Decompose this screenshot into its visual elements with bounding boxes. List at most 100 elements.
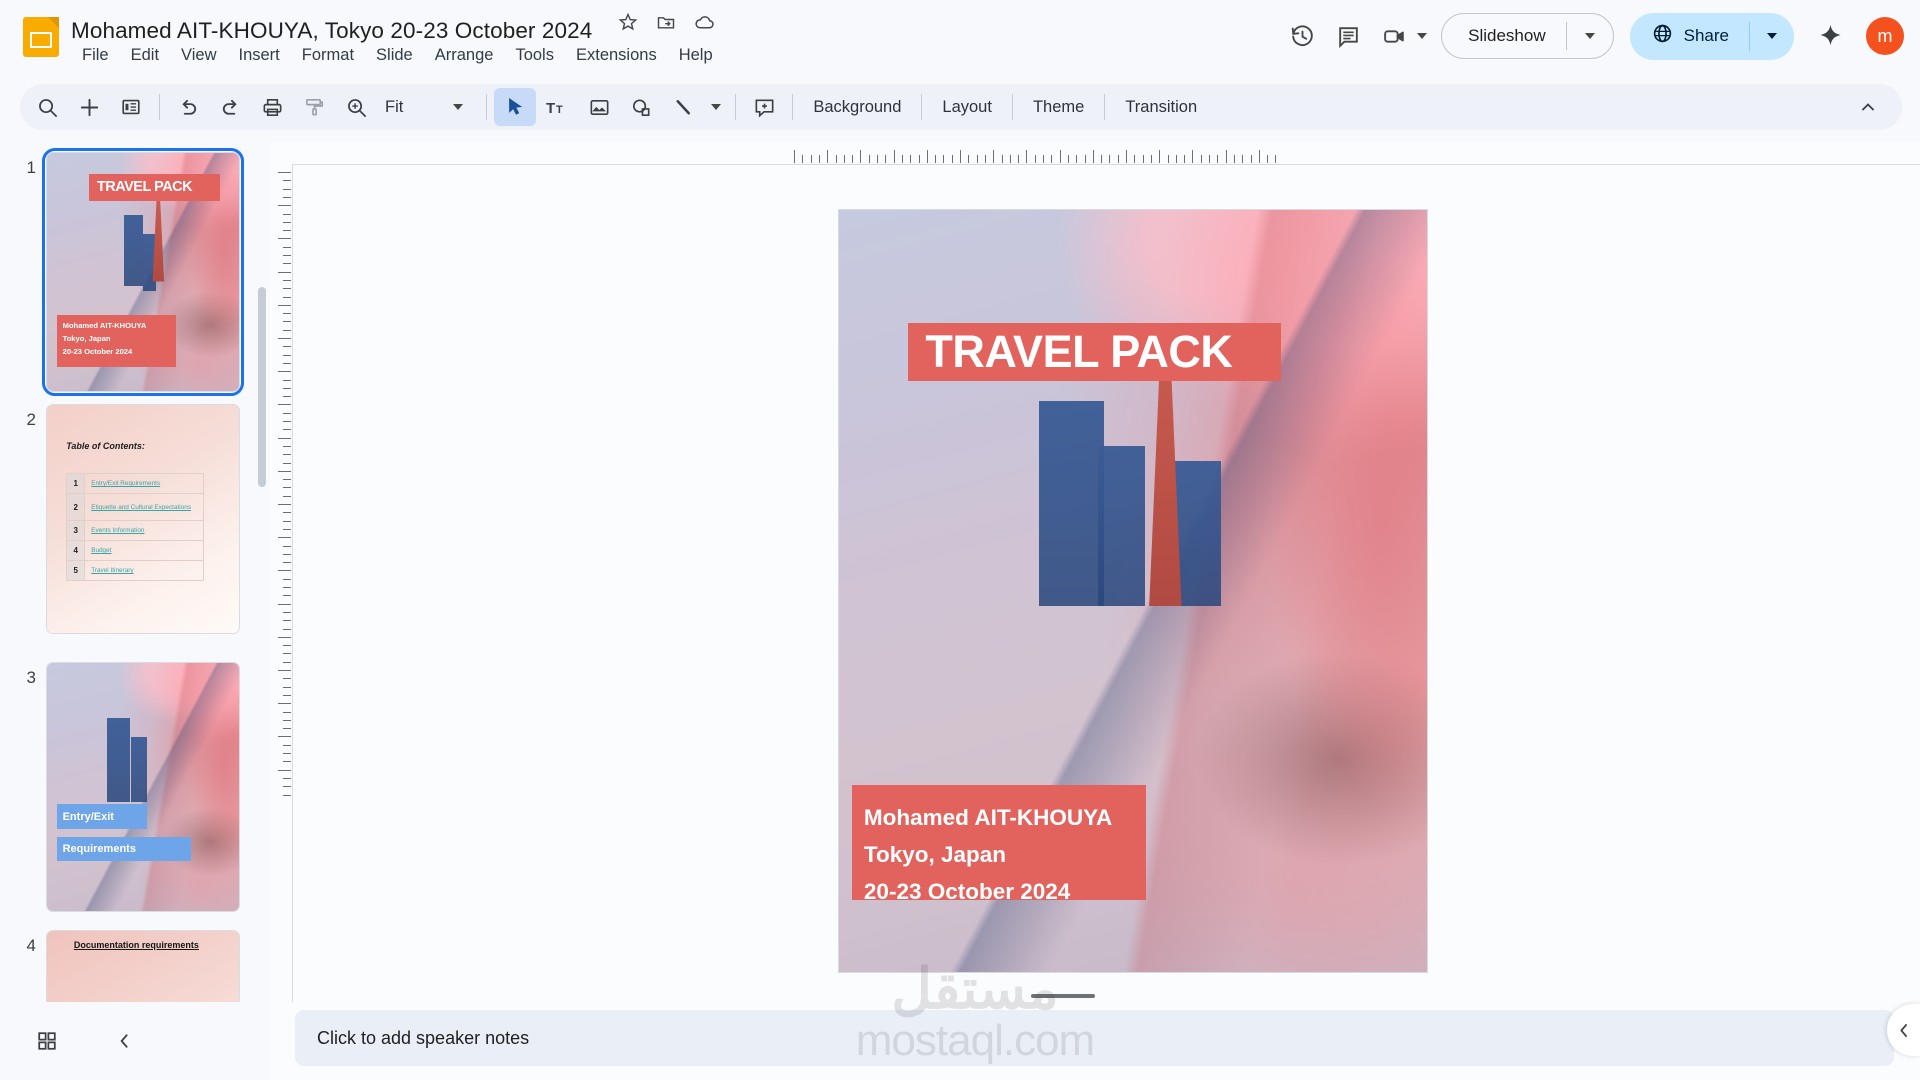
slide-title[interactable]: TRAVEL PACK bbox=[907, 322, 1282, 381]
slideshow-dropdown[interactable] bbox=[1567, 14, 1613, 58]
select-cursor-icon[interactable] bbox=[494, 88, 537, 126]
share-dropdown[interactable] bbox=[1750, 13, 1794, 60]
ruler-tick bbox=[283, 429, 291, 431]
menu-item-view[interactable]: View bbox=[170, 44, 227, 67]
menu-item-edit[interactable]: Edit bbox=[120, 44, 170, 67]
top-right-actions: Slideshow Share m bbox=[1279, 8, 1904, 64]
insert-line-icon[interactable] bbox=[662, 88, 704, 126]
toc-row-label[interactable]: Entry/Exit Requirements bbox=[85, 474, 205, 494]
insert-shape-icon[interactable] bbox=[620, 88, 662, 126]
ruler-tick bbox=[283, 246, 291, 248]
filmstrip-slide-3[interactable]: 3 Entry/Exit Requirements bbox=[0, 662, 250, 912]
toc-row-label[interactable]: Etiquette and Cultural Expectations bbox=[85, 494, 205, 521]
zoom-icon[interactable] bbox=[335, 88, 377, 126]
menu-item-format[interactable]: Format bbox=[291, 44, 365, 67]
thumb-section-line: Requirements bbox=[56, 836, 191, 862]
version-history-icon[interactable] bbox=[1279, 13, 1325, 59]
star-icon[interactable] bbox=[615, 9, 641, 35]
toolbar-divider bbox=[735, 94, 737, 120]
background-button[interactable]: Background bbox=[800, 90, 914, 125]
redo-icon[interactable] bbox=[209, 88, 251, 126]
comment-icon[interactable] bbox=[1325, 13, 1371, 59]
menu-item-file[interactable]: File bbox=[71, 44, 120, 67]
ruler-tick bbox=[1250, 155, 1252, 163]
slide-thumbnail[interactable]: Table of Contents: 1 Entry/Exit Requirem… bbox=[46, 404, 240, 634]
filmstrip-slide-2[interactable]: 2 Table of Contents: 1 Entry/Exit Requir… bbox=[0, 404, 250, 634]
ruler-tick bbox=[860, 150, 862, 163]
layout-icon[interactable] bbox=[110, 88, 152, 126]
ruler-tick bbox=[1275, 155, 1277, 163]
insert-comment-icon[interactable] bbox=[743, 88, 785, 126]
ruler-tick bbox=[278, 769, 291, 771]
move-to-folder-icon[interactable] bbox=[653, 9, 679, 35]
horizontal-ruler[interactable] bbox=[270, 142, 1920, 164]
toc-title: Table of Contents: bbox=[66, 441, 145, 452]
ruler-tick bbox=[283, 794, 291, 796]
avatar[interactable]: m bbox=[1866, 17, 1904, 55]
paint-format-icon[interactable] bbox=[293, 88, 335, 126]
filmstrip-slide-4[interactable]: 4 Documentation requirements bbox=[0, 930, 250, 1002]
chevron-down-icon bbox=[1767, 33, 1777, 39]
notes-resize-handle[interactable] bbox=[1031, 994, 1095, 998]
collapse-toolbar-button[interactable] bbox=[1848, 88, 1888, 126]
search-icon[interactable] bbox=[26, 88, 68, 126]
print-icon[interactable] bbox=[251, 88, 293, 126]
menu-item-extensions[interactable]: Extensions bbox=[565, 44, 668, 67]
share-button[interactable]: Share bbox=[1629, 12, 1794, 60]
filmstrip-scrollbar-track[interactable] bbox=[258, 287, 266, 997]
grid-view-icon[interactable] bbox=[25, 1019, 69, 1063]
ruler-tick bbox=[283, 744, 291, 746]
add-slide-icon[interactable] bbox=[68, 88, 110, 126]
theme-button[interactable]: Theme bbox=[1020, 90, 1097, 125]
text-box-icon[interactable]: TT bbox=[536, 88, 578, 126]
layout-button[interactable]: Layout bbox=[929, 90, 1005, 125]
ruler-tick bbox=[1084, 155, 1086, 163]
toc-row: 3 Events Information bbox=[67, 521, 205, 542]
ruler-tick bbox=[283, 512, 291, 514]
slide-info-line: 20-23 October 2024 bbox=[863, 879, 1071, 905]
insert-line-dropdown[interactable] bbox=[704, 88, 728, 126]
ruler-tick bbox=[918, 155, 920, 163]
thumbnail-art: Documentation requirements bbox=[46, 930, 240, 1002]
filmstrip-scrollbar-thumb[interactable] bbox=[258, 287, 266, 487]
undo-icon[interactable] bbox=[167, 88, 209, 126]
menu-item-arrange[interactable]: Arrange bbox=[424, 44, 505, 67]
gemini-spark-icon[interactable] bbox=[1810, 16, 1850, 56]
slide-filmstrip[interactable]: 1 TRAVEL PACK Mohamed AIT-KHOUYA Tokyo, … bbox=[0, 142, 270, 1002]
slide-thumbnail[interactable]: Entry/Exit Requirements bbox=[46, 662, 240, 912]
document-title[interactable]: Mohamed AIT-KHOUYA, Tokyo 20-23 October … bbox=[71, 16, 592, 46]
thumb-section-line: Entry/Exit bbox=[56, 804, 147, 830]
menu-item-insert[interactable]: Insert bbox=[228, 44, 291, 67]
menu-item-tools[interactable]: Tools bbox=[504, 44, 565, 67]
slide-thumbnail[interactable]: TRAVEL PACK Mohamed AIT-KHOUYA Tokyo, Ja… bbox=[42, 148, 244, 396]
menu-item-help[interactable]: Help bbox=[668, 44, 724, 67]
ruler-tick bbox=[283, 462, 291, 464]
current-slide[interactable]: TRAVEL PACK Mohamed AIT-KHOUYA Tokyo, Ja… bbox=[839, 210, 1427, 972]
present-dropdown-caret[interactable] bbox=[1417, 33, 1428, 39]
toc-row-label[interactable]: Events Information bbox=[85, 521, 205, 541]
thumb-info-line: Mohamed AIT-KHOUYA bbox=[62, 320, 147, 330]
toc-row-label[interactable]: Travel Itinerary bbox=[85, 561, 205, 581]
slideshow-button[interactable]: Slideshow bbox=[1441, 13, 1614, 59]
collapse-filmstrip-button[interactable] bbox=[103, 1019, 147, 1063]
vertical-ruler[interactable] bbox=[270, 142, 292, 1002]
ruler-tick bbox=[1134, 155, 1136, 163]
slide-info-block[interactable]: Mohamed AIT-KHOUYA Tokyo, Japan 20-23 Oc… bbox=[851, 785, 1146, 904]
speaker-notes-input[interactable]: Click to add speaker notes bbox=[295, 1010, 1894, 1066]
menu-item-slide[interactable]: Slide bbox=[365, 44, 424, 67]
ruler-tick bbox=[1092, 150, 1094, 163]
building-shape bbox=[1097, 446, 1145, 607]
zoom-level-select[interactable]: Fit bbox=[377, 88, 479, 126]
present-to-meeting-icon[interactable] bbox=[1371, 13, 1417, 59]
canvas-area[interactable]: TRAVEL PACK Mohamed AIT-KHOUYA Tokyo, Ja… bbox=[292, 164, 1920, 1002]
slide-thumbnail[interactable]: Documentation requirements bbox=[46, 930, 240, 1002]
transition-button[interactable]: Transition bbox=[1112, 90, 1210, 125]
ruler-tick bbox=[283, 611, 291, 613]
toc-row-label[interactable]: Budget bbox=[85, 541, 205, 561]
cloud-saved-icon[interactable] bbox=[691, 9, 717, 35]
insert-image-icon[interactable] bbox=[578, 88, 620, 126]
filmstrip-slide-1[interactable]: 1 TRAVEL PACK Mohamed AIT-KHOUYA Tokyo, … bbox=[0, 148, 250, 396]
thumb-info-line: 20-23 October 2024 bbox=[62, 346, 133, 356]
toolbar: Fit TT Background Layout Theme Transitio… bbox=[20, 84, 1902, 130]
present-to-meeting-button[interactable] bbox=[1371, 13, 1428, 59]
